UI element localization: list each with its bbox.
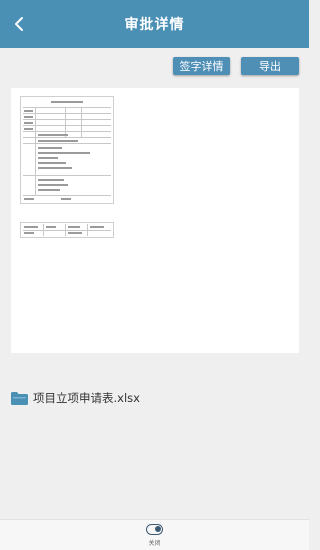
header-bar: 审批详情 — [0, 0, 309, 48]
document-preview[interactable] — [11, 88, 299, 353]
sign-details-button[interactable]: 签字详情 — [173, 57, 230, 75]
close-toggle-icon[interactable] — [146, 524, 163, 535]
export-button[interactable]: 导出 — [241, 57, 299, 75]
bottom-bar: 关闭 — [0, 519, 309, 550]
file-name: 项目立项申请表.xlsx — [33, 391, 140, 405]
document-page — [20, 96, 114, 204]
document-page — [20, 222, 114, 238]
close-label[interactable]: 关闭 — [0, 538, 309, 547]
folder-icon — [11, 391, 28, 405]
page-title: 审批详情 — [124, 17, 185, 33]
attachment-file[interactable]: 项目立项申请表.xlsx — [11, 390, 140, 406]
